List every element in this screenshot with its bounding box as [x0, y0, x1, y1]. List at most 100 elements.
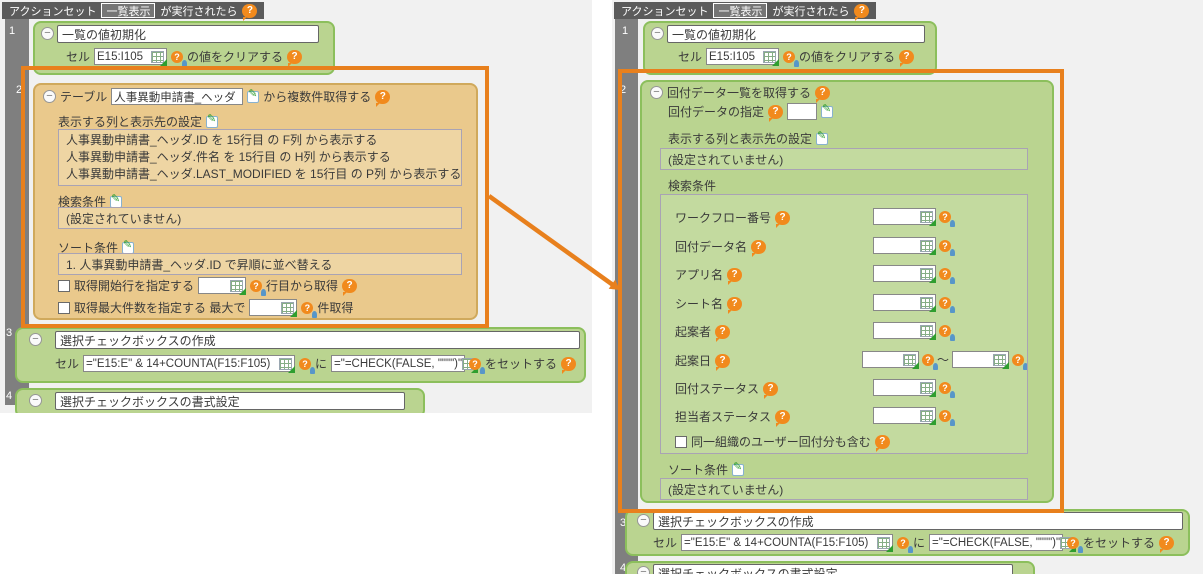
collapse-icon[interactable]	[29, 394, 42, 407]
help-ref-icon[interactable]	[939, 267, 955, 284]
cell-range-input[interactable]: E15:I105	[706, 48, 780, 66]
help-icon[interactable]	[727, 267, 743, 285]
edit-icon[interactable]	[816, 131, 829, 145]
value-formula-value: ="=CHECK(FALSE, """")"	[334, 357, 463, 370]
cell-picker-icon[interactable]	[920, 210, 936, 226]
cell-picker-icon[interactable]	[281, 301, 298, 317]
help-icon[interactable]	[854, 3, 870, 21]
help-ref-icon[interactable]	[1067, 536, 1084, 553]
cell-picker-icon[interactable]	[877, 536, 894, 552]
help-ref-icon[interactable]	[922, 353, 938, 370]
action-title-input[interactable]: 選択チェックボックスの作成	[653, 512, 1183, 530]
edit-icon[interactable]	[206, 114, 219, 128]
max-count-checkbox[interactable]	[58, 301, 70, 314]
collapse-icon[interactable]	[43, 90, 56, 103]
field-input[interactable]	[873, 407, 936, 425]
help-ref-icon[interactable]	[783, 50, 800, 67]
date-to-input[interactable]	[952, 351, 1010, 369]
cell-picker-icon[interactable]	[920, 296, 936, 312]
cell-picker-icon[interactable]	[763, 50, 780, 66]
target-formula-input[interactable]: ="E15:E" & 14+COUNTA(F15:F105)	[681, 534, 894, 552]
help-icon[interactable]	[1159, 535, 1175, 553]
field-input[interactable]	[873, 294, 936, 312]
field-input[interactable]	[873, 379, 936, 397]
start-row-checkbox[interactable]	[58, 279, 70, 292]
help-ref-icon[interactable]	[939, 409, 955, 426]
help-ref-icon[interactable]	[939, 324, 955, 341]
collapse-icon[interactable]	[637, 566, 650, 574]
help-icon[interactable]	[375, 89, 391, 107]
data-spec-input[interactable]	[787, 103, 818, 120]
help-ref-icon[interactable]	[171, 50, 188, 67]
help-icon[interactable]	[242, 3, 258, 21]
help-ref-icon[interactable]	[939, 381, 955, 398]
sort-cond-value: 1. 人事異動申請書_ヘッダ.ID で昇順に並べ替える	[66, 257, 333, 272]
help-ref-icon[interactable]	[939, 296, 955, 313]
date-from-input[interactable]	[862, 351, 919, 369]
cell-picker-icon[interactable]	[920, 239, 936, 255]
action-title-input[interactable]: 選択チェックボックスの書式設定	[55, 392, 405, 410]
help-icon[interactable]	[768, 104, 784, 122]
cell-picker-icon[interactable]	[920, 381, 936, 397]
help-icon[interactable]	[775, 409, 791, 427]
cell-picker-icon[interactable]	[279, 357, 296, 373]
help-ref-icon[interactable]	[469, 357, 486, 374]
cell-range-input[interactable]: E15:I105	[94, 48, 168, 66]
help-icon[interactable]	[899, 49, 915, 67]
help-icon[interactable]	[874, 434, 890, 452]
help-icon[interactable]	[342, 278, 358, 296]
action-title-input[interactable]: 選択チェックボックスの書式設定	[653, 564, 1013, 574]
collapse-icon[interactable]	[651, 27, 664, 40]
help-ref-icon[interactable]	[939, 239, 955, 256]
target-formula-input[interactable]: ="E15:E" & 14+COUNTA(F15:F105)	[83, 355, 296, 373]
action-set-name-chip[interactable]: 一覧表示	[713, 3, 768, 18]
cell-picker-icon[interactable]	[920, 324, 936, 340]
collapse-icon[interactable]	[650, 86, 663, 99]
help-icon[interactable]	[287, 49, 303, 67]
value-formula-input[interactable]: ="=CHECK(FALSE, """")"	[929, 534, 1077, 552]
help-ref-icon[interactable]	[299, 357, 316, 374]
help-icon[interactable]	[775, 210, 791, 228]
help-icon[interactable]	[715, 353, 731, 371]
help-icon[interactable]	[561, 356, 577, 374]
action-title-input[interactable]: 一覧の値初期化	[667, 25, 925, 43]
table-name-input[interactable]: 人事異動申請書_ヘッダ	[111, 88, 244, 105]
help-ref-icon[interactable]	[1012, 353, 1027, 370]
help-icon[interactable]	[715, 324, 731, 342]
max-count-input[interactable]	[249, 299, 298, 317]
help-icon[interactable]	[727, 296, 743, 314]
edit-icon[interactable]	[821, 104, 834, 118]
same-org-checkbox[interactable]	[675, 435, 687, 448]
value-formula-input[interactable]: ="=CHECK(FALSE, """")"	[331, 355, 479, 373]
start-row-input[interactable]	[198, 277, 247, 295]
field-input[interactable]	[873, 208, 936, 226]
search-cond-box: ワークフロー番号 回付データ名 アプリ名 シート名 起案者 起案日	[660, 194, 1028, 454]
field-label: 回付ステータス	[675, 382, 760, 396]
field-input[interactable]	[873, 237, 936, 255]
action-title-input[interactable]: 選択チェックボックスの作成	[55, 331, 580, 349]
help-ref-icon[interactable]	[939, 210, 955, 227]
field-input[interactable]	[873, 265, 936, 283]
action-title-input[interactable]: 一覧の値初期化	[57, 25, 319, 43]
collapse-icon[interactable]	[41, 27, 54, 40]
edit-icon[interactable]	[732, 462, 745, 476]
cell-picker-icon[interactable]	[920, 267, 936, 283]
action-set-name-chip[interactable]: 一覧表示	[101, 3, 156, 18]
help-ref-icon[interactable]	[897, 536, 914, 553]
cell-picker-icon[interactable]	[920, 409, 936, 425]
collapse-icon[interactable]	[637, 514, 650, 527]
help-icon[interactable]	[751, 239, 767, 257]
help-icon[interactable]	[763, 381, 779, 399]
edit-icon[interactable]	[122, 240, 135, 254]
help-icon[interactable]	[815, 85, 831, 103]
help-ref-icon[interactable]	[250, 279, 267, 296]
cell-picker-icon[interactable]	[903, 353, 919, 369]
help-ref-icon[interactable]	[301, 301, 318, 318]
field-input[interactable]	[873, 322, 936, 340]
cell-picker-icon[interactable]	[993, 353, 1010, 369]
edit-icon[interactable]	[247, 89, 260, 103]
cell-picker-icon[interactable]	[230, 279, 247, 295]
collapse-icon[interactable]	[29, 333, 42, 346]
cell-picker-icon[interactable]	[151, 50, 168, 66]
edit-icon[interactable]	[110, 194, 123, 208]
